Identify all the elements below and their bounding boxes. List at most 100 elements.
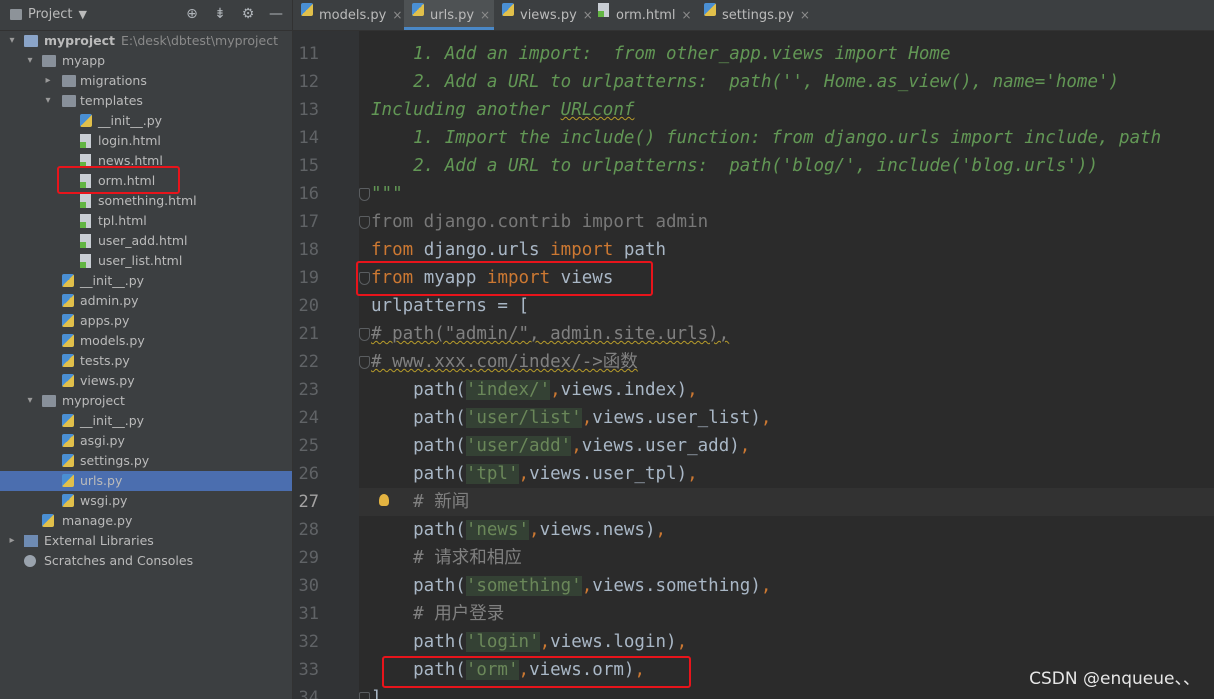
tab-orm-html[interactable]: orm.html ×	[590, 0, 696, 30]
tree-item-myproject[interactable]: ▾ myproject E:\desk\dbtest\myproject	[0, 31, 292, 51]
fold-end-icon[interactable]	[359, 272, 370, 285]
tree-item-myapp[interactable]: ▾ myapp	[0, 51, 292, 71]
code-token: # 新闻	[371, 492, 470, 512]
line-number: 28	[298, 520, 319, 540]
code-line: # 新闻	[371, 488, 469, 516]
code-line: path('something',views.something),	[371, 572, 771, 600]
code-token: ,	[655, 520, 667, 540]
chevron-down-icon[interactable]: ▾	[24, 51, 36, 71]
code-token: 1. Add an import: from other_app.views i…	[371, 44, 951, 64]
code-token: path(	[371, 632, 466, 652]
tree-item-wsgi-py[interactable]: wsgi.py	[0, 491, 292, 511]
code-token: path	[613, 240, 667, 260]
tree-item-tests-py[interactable]: tests.py	[0, 351, 292, 371]
tree-item-label: login.html	[98, 133, 161, 148]
code-token: views	[550, 268, 614, 288]
tab-models-py[interactable]: models.py ×	[293, 0, 404, 30]
tree-item-tpl-html[interactable]: tpl.html	[0, 211, 292, 231]
line-number: 21	[298, 324, 319, 344]
tree-item-models-py[interactable]: models.py	[0, 331, 292, 351]
tab-views-py[interactable]: views.py ×	[494, 0, 593, 30]
chevron-right-icon[interactable]: ▸	[42, 71, 54, 91]
chevron-right-icon[interactable]: ▸	[6, 531, 18, 551]
tree-item-label: tests.py	[80, 353, 130, 368]
line-number: 34	[298, 688, 319, 699]
tree-item-manage-py[interactable]: manage.py	[0, 511, 292, 531]
close-icon[interactable]: ×	[681, 8, 691, 22]
tree-item-something-html[interactable]: something.html	[0, 191, 292, 211]
fold-start-icon[interactable]	[359, 216, 370, 229]
code-token: # path("admin/", admin.site.urls),	[371, 324, 730, 344]
gear-icon[interactable]: ⚙	[240, 6, 256, 22]
code-token: # 请求和相应	[371, 548, 522, 568]
close-icon[interactable]: ×	[480, 8, 490, 22]
tree-item-user-add-html[interactable]: user_add.html	[0, 231, 292, 251]
code-editor[interactable]: 11 1. Add an import: from other_app.view…	[293, 31, 1214, 699]
code-token: 'index/'	[465, 380, 551, 400]
tree-item-asgi-py[interactable]: asgi.py	[0, 431, 292, 451]
tree-item-admin-py[interactable]: admin.py	[0, 291, 292, 311]
tree-item-migrations[interactable]: ▸ migrations	[0, 71, 292, 91]
fold-end-icon[interactable]	[359, 356, 370, 369]
close-icon[interactable]: ×	[800, 8, 810, 22]
python-file-icon	[62, 434, 74, 447]
tab-label: urls.py	[430, 8, 475, 23]
fold-end-icon[interactable]	[359, 188, 370, 201]
crosshair-icon[interactable]: ⊕	[184, 6, 200, 22]
code-token: urlpatterns = [	[371, 296, 530, 316]
tree-item-urls-py[interactable]: urls.py	[0, 471, 292, 491]
scratch-icon	[24, 555, 36, 567]
line-number: 31	[298, 604, 319, 624]
code-line: # path("admin/", admin.site.urls),	[371, 320, 729, 348]
tree-item-apps-py[interactable]: apps.py	[0, 311, 292, 331]
code-token: path(	[371, 576, 466, 596]
tree-item-login-html[interactable]: login.html	[0, 131, 292, 151]
fold-start-icon[interactable]	[359, 328, 370, 341]
project-view-selector[interactable]: Project ▼	[10, 7, 87, 22]
code-line: from django.contrib import admin	[371, 208, 708, 236]
code-token: ,	[518, 464, 530, 484]
code-line: path('orm',views.orm),	[371, 656, 645, 684]
tab-settings-py[interactable]: settings.py ×	[696, 0, 810, 30]
tree-item-user-list-html[interactable]: user_list.html	[0, 251, 292, 271]
tree-item-init-py[interactable]: __init__.py	[0, 271, 292, 291]
chevron-down-icon[interactable]: ▾	[42, 91, 54, 111]
minimize-icon[interactable]: —	[268, 6, 284, 22]
code-token: myapp	[413, 268, 487, 288]
tree-item-label: views.py	[80, 373, 135, 388]
project-path: E:\desk\dbtest\myproject	[121, 33, 278, 48]
html-file-icon	[80, 194, 91, 208]
python-file-icon	[42, 514, 54, 527]
tree-item-views-py[interactable]: views.py	[0, 371, 292, 391]
tree-item-scratches-and-consoles[interactable]: Scratches and Consoles	[0, 551, 292, 571]
tree-item-settings-py[interactable]: settings.py	[0, 451, 292, 471]
code-token: 1. Import the include() function: from d…	[371, 128, 1162, 148]
tree-item-init-py[interactable]: __init__.py	[0, 411, 292, 431]
html-file-icon	[80, 214, 91, 228]
tab-urls-py[interactable]: urls.py ×	[404, 0, 494, 30]
code-line: # 请求和相应	[371, 544, 522, 572]
close-icon[interactable]: ×	[392, 8, 402, 22]
tree-item-myproject[interactable]: ▾ myproject	[0, 391, 292, 411]
code-line: 2. Add a URL to urlpatterns: path('', Ho…	[371, 68, 1119, 96]
tree-item-external-libraries[interactable]: ▸ External Libraries	[0, 531, 292, 551]
tree-item-templates[interactable]: ▾ templates	[0, 91, 292, 111]
code-token: import	[486, 268, 551, 288]
code-line: # www.xxx.com/index/->函数	[371, 348, 638, 376]
tree-item-init-py[interactable]: __init__.py	[0, 111, 292, 131]
project-icon	[10, 9, 22, 20]
code-token: URLconf	[560, 100, 635, 120]
python-file-icon	[502, 3, 514, 16]
tree-item-label: __init__.py	[80, 273, 145, 288]
line-number: 17	[298, 212, 319, 232]
project-title: Project	[28, 7, 73, 22]
tree-item-label: user_list.html	[98, 253, 183, 268]
fold-end-icon[interactable]	[359, 692, 370, 699]
tree-item-label: External Libraries	[44, 533, 154, 548]
chevron-down-icon[interactable]: ▾	[24, 391, 36, 411]
collapse-all-icon[interactable]: ⇟	[212, 6, 228, 22]
code-token: ,	[687, 464, 698, 484]
chevron-down-icon[interactable]: ▾	[6, 31, 18, 51]
python-file-icon	[62, 294, 74, 307]
code-line: # 用户登录	[371, 600, 504, 628]
